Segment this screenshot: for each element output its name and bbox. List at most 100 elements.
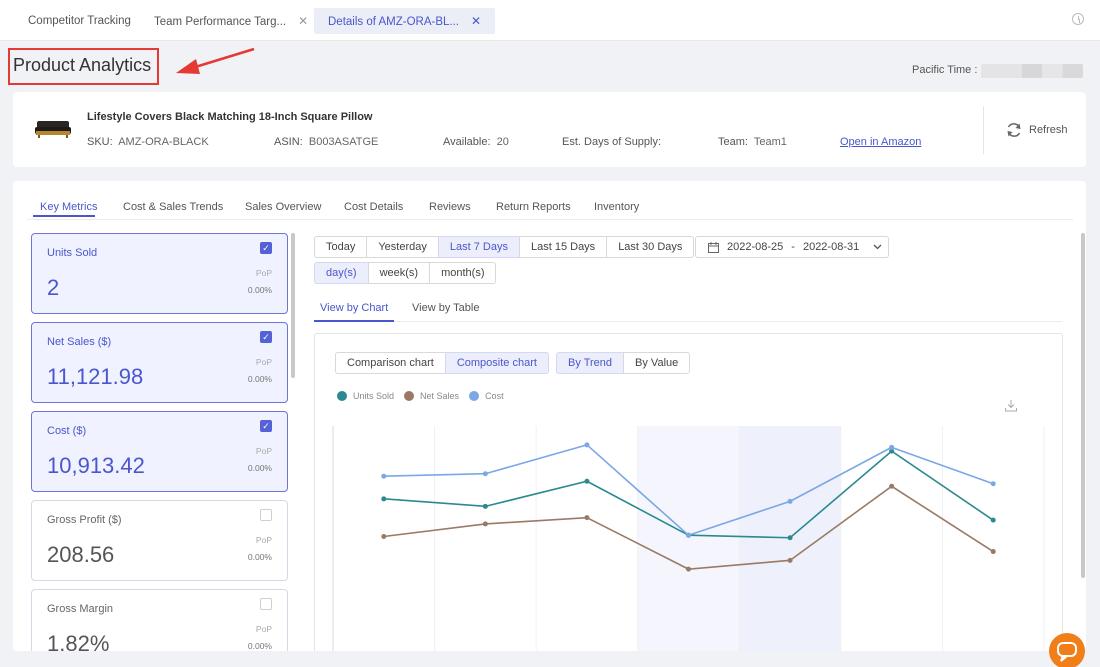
metric-label: Gross Profit ($) [47, 514, 122, 526]
checkbox-icon[interactable]: ✓ [260, 331, 272, 343]
last-7-days-button[interactable]: Last 7 Days [437, 236, 520, 258]
annotation-arrow-icon [176, 47, 255, 74]
last-30-days-button[interactable]: Last 30 Days [606, 236, 695, 258]
page-title: Product Analytics [13, 55, 152, 75]
weeks-button[interactable]: week(s) [367, 262, 431, 284]
tab-view-by-table[interactable]: View by Table [412, 302, 479, 314]
data-point[interactable] [381, 496, 387, 502]
pop-value: 0.00% [247, 641, 272, 651]
tab-key-metrics[interactable]: Key Metrics [40, 201, 97, 213]
product-thumbnail [35, 121, 71, 138]
open-in-amazon-link[interactable]: Open in Amazon [840, 136, 921, 148]
team-label: Team: [718, 136, 748, 148]
tab-competitor-tracking[interactable]: Competitor Tracking [14, 8, 145, 34]
refresh-label: Refresh [1029, 124, 1068, 136]
analytics-panel: Key Metrics Cost & Sales Trends Sales Ov… [13, 181, 1086, 651]
active-tab-indicator [314, 320, 394, 322]
data-point[interactable] [686, 532, 691, 538]
data-point[interactable] [381, 473, 387, 479]
tab-return-reports[interactable]: Return Reports [496, 201, 571, 213]
data-point[interactable] [787, 498, 793, 504]
checkbox-icon[interactable] [260, 509, 272, 521]
close-icon[interactable]: ✕ [298, 14, 308, 28]
checkbox-icon[interactable]: ✓ [260, 242, 272, 254]
metric-card-gross-profit[interactable]: Gross Profit ($) 208.56 PoP 0.00% [31, 500, 288, 581]
checkbox-icon[interactable] [260, 598, 272, 610]
refresh-button[interactable]: Refresh [1005, 122, 1068, 138]
pop-value: 0.00% [247, 285, 272, 295]
metric-value: 11,121.98 [47, 364, 144, 389]
date-end: 2022-08-31 [802, 241, 860, 253]
metric-card-cost[interactable]: Cost ($) ✓ 10,913.42 PoP 0.00% [31, 411, 288, 492]
data-point[interactable] [482, 521, 488, 527]
asin-field: ASIN: B003ASATGE [274, 136, 378, 148]
yesterday-button[interactable]: Yesterday [366, 236, 439, 258]
metric-card-units-sold[interactable]: Units Sold ✓ 2 PoP 0.00% [31, 233, 288, 314]
pacific-time-value-redacted [981, 64, 1083, 78]
data-point[interactable] [686, 566, 691, 572]
data-point[interactable] [381, 533, 387, 539]
est-days-field: Est. Days of Supply: [562, 136, 661, 148]
date-separator: - [791, 241, 795, 253]
tab-inventory[interactable]: Inventory [594, 201, 639, 213]
pop-label: PoP [255, 624, 272, 634]
tab-team-performance[interactable]: Team Performance Targ... ✕ [140, 8, 322, 34]
metric-label: Cost ($) [47, 425, 87, 437]
divider [983, 106, 984, 154]
tab-sales-overview[interactable]: Sales Overview [245, 201, 321, 213]
tab-reviews[interactable]: Reviews [429, 201, 471, 213]
scrollbar[interactable] [291, 233, 295, 378]
sku-label: SKU: [87, 136, 113, 148]
today-button[interactable]: Today [314, 236, 368, 258]
asin-label: ASIN: [274, 136, 303, 148]
days-button[interactable]: day(s) [314, 262, 369, 284]
data-point[interactable] [990, 481, 996, 487]
highlight-band [637, 426, 740, 651]
metric-card-gross-margin[interactable]: Gross Margin 1.82% PoP 0.00% [31, 589, 288, 651]
data-point[interactable] [584, 478, 590, 484]
metric-label: Net Sales ($) [47, 336, 112, 348]
amazon-link-wrap: Open in Amazon [840, 136, 921, 148]
pop-value: 0.00% [247, 374, 272, 384]
metric-label: Gross Margin [47, 603, 114, 615]
data-point[interactable] [787, 557, 793, 563]
divider [27, 219, 1073, 220]
metric-value: 10,913.42 [47, 453, 145, 478]
data-point[interactable] [990, 549, 996, 555]
clock-icon[interactable] [1072, 13, 1084, 25]
scrollbar[interactable] [1081, 233, 1085, 578]
asin-value: B003ASATGE [308, 136, 379, 148]
data-point[interactable] [584, 442, 590, 448]
metric-value: 1.82% [47, 631, 110, 651]
tab-view-by-chart[interactable]: View by Chart [320, 302, 388, 314]
data-point[interactable] [787, 535, 793, 541]
team-value: Team1 [753, 136, 787, 148]
close-icon[interactable]: ✕ [471, 14, 481, 28]
available-value: 20 [496, 136, 509, 148]
metric-label: Units Sold [47, 247, 98, 259]
sku-value: AMZ-ORA-BLACK [118, 136, 209, 148]
checkbox-icon[interactable]: ✓ [260, 420, 272, 432]
tab-cost-sales-trends[interactable]: Cost & Sales Trends [123, 201, 223, 213]
data-point[interactable] [482, 471, 488, 477]
data-point[interactable] [889, 483, 895, 489]
data-point[interactable] [584, 515, 590, 521]
chat-icon [1057, 642, 1077, 662]
team-field: Team: Team1 [718, 136, 787, 148]
active-tab-indicator [33, 215, 95, 217]
last-15-days-button[interactable]: Last 15 Days [518, 236, 608, 258]
chart-container: Comparison chart Composite chart By Tren… [314, 333, 1063, 651]
months-button[interactable]: month(s) [429, 262, 497, 284]
date-range-picker[interactable]: 2022-08-25 - 2022-08-31 [695, 236, 889, 258]
tab-cost-details[interactable]: Cost Details [344, 201, 403, 213]
tab-product-details[interactable]: Details of AMZ-ORA-BL... ✕ [314, 8, 496, 34]
tab-label: Team Performance Targ... [154, 16, 287, 28]
available-field: Available: 20 [443, 136, 509, 148]
metric-value: 208.56 [47, 542, 115, 567]
data-point[interactable] [889, 444, 895, 450]
chat-button[interactable] [1049, 633, 1085, 667]
data-point[interactable] [990, 517, 996, 523]
metric-card-net-sales[interactable]: Net Sales ($) ✓ 11,121.98 PoP 0.00% [31, 322, 288, 403]
data-point[interactable] [482, 503, 488, 509]
sku-field: SKU: AMZ-ORA-BLACK [87, 136, 209, 148]
